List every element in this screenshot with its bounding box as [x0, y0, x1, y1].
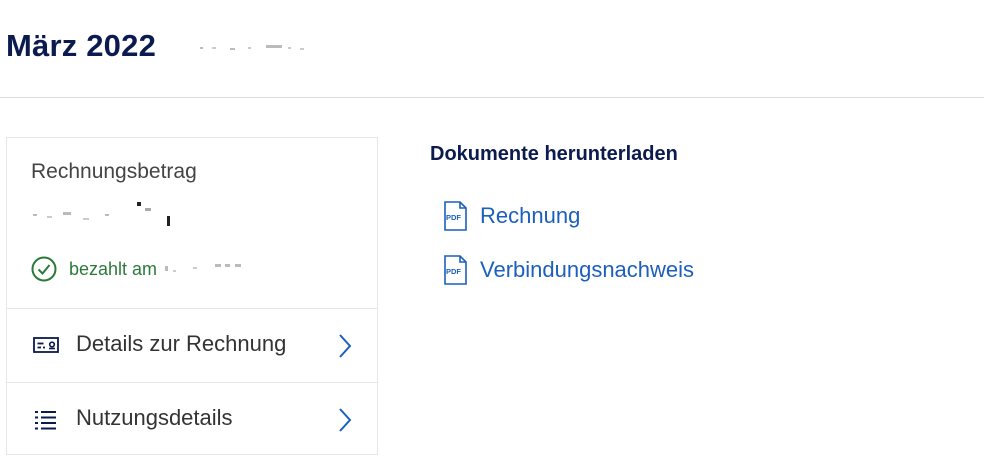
pdf-icon: PDF	[444, 255, 467, 285]
page-title: März 2022	[6, 28, 157, 63]
payment-status: bezahlt am	[31, 256, 253, 282]
amount-label: Rechnungsbetrag	[31, 160, 197, 183]
redacted-subtitle	[200, 45, 304, 50]
check-circle-icon	[31, 256, 57, 282]
redacted-payment-date	[165, 264, 242, 272]
downloads-heading: Dokumente herunterladen	[430, 143, 678, 165]
invoice-summary: Rechnungsbetrag bezahlt am	[7, 138, 377, 309]
invoice-details-label: Details zur Rechnung	[76, 331, 287, 356]
download-invoice-link[interactable]: PDF Rechnung	[443, 201, 580, 231]
invoice-card: Rechnungsbetrag bezahlt am Details zur R…	[6, 137, 378, 455]
invoice-details-icon	[33, 337, 59, 353]
svg-text:PDF: PDF	[446, 213, 461, 222]
redacted-amount	[33, 202, 170, 226]
download-connection-record-label: Verbindungsnachweis	[480, 257, 695, 282]
download-connection-record-link[interactable]: PDF Verbindungsnachweis	[443, 255, 694, 285]
svg-text:PDF: PDF	[446, 267, 461, 276]
invoice-details-link[interactable]: Details zur Rechnung	[7, 309, 377, 383]
chevron-right-icon	[339, 408, 352, 432]
pdf-icon: PDF	[444, 201, 467, 231]
usage-details-link[interactable]: Nutzungsdetails	[7, 383, 377, 456]
list-icon	[35, 411, 56, 430]
usage-details-label: Nutzungsdetails	[76, 405, 233, 430]
download-invoice-label: Rechnung	[480, 203, 581, 228]
chevron-right-icon	[339, 334, 352, 358]
page-header: März 2022	[0, 0, 984, 98]
payment-status-text: bezahlt am	[69, 258, 158, 279]
